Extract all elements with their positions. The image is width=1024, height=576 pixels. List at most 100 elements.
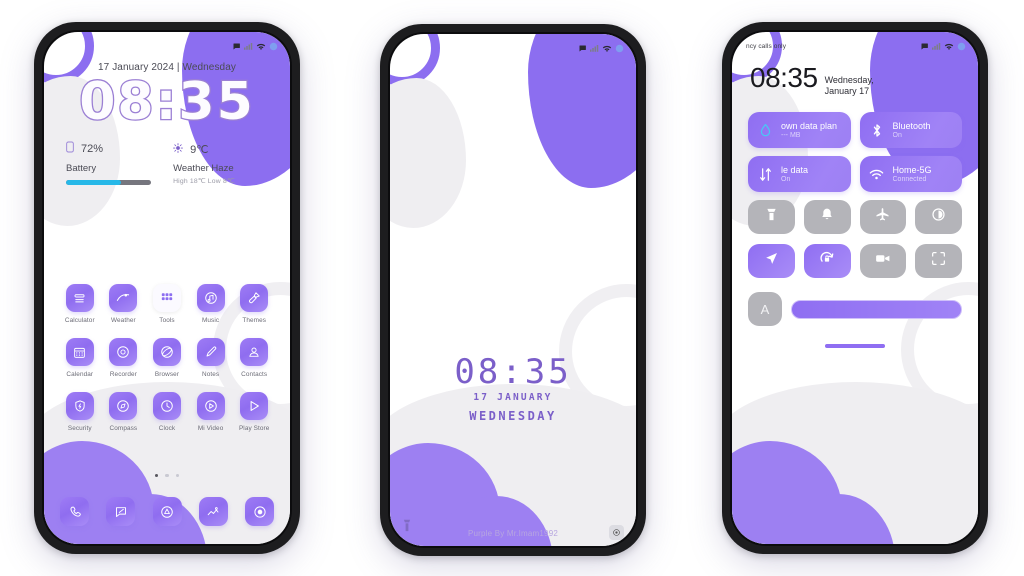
wifi-icon [602, 44, 612, 53]
app-notes[interactable]: Notes [189, 338, 233, 378]
control-center-date: Wednesday, January 17 [824, 75, 874, 97]
page-dot-3[interactable] [175, 473, 180, 477]
page-dot-2[interactable] [165, 473, 169, 477]
music-icon [196, 284, 225, 312]
status-bar [44, 32, 290, 56]
weather-widget[interactable]: 9℃ Weather Haze High 18℃ Low 8℃ [173, 140, 268, 185]
tile-airplane-mode[interactable] [859, 200, 907, 234]
weather-range: High 18℃ Low 8℃ [173, 178, 235, 185]
calendar-icon [65, 338, 94, 366]
tile-title: Home-5G [892, 165, 932, 175]
control-center-header: 08:35 Wednesday, January 17 [750, 64, 960, 98]
battery-percent: 72% [81, 143, 104, 155]
phone-screen: 17 January 2024 | Wednesday 08:35 72% Ba… [44, 32, 290, 544]
calculator-icon [65, 284, 94, 312]
app-label: Weather [111, 317, 136, 324]
app-grid: Calculator Weather Tools Music Themes Ca… [58, 284, 276, 432]
drag-handle[interactable] [825, 344, 885, 348]
tile-subtitle: On [781, 176, 791, 183]
battery-icon [957, 42, 966, 51]
mi-video-icon [196, 392, 225, 420]
tile-auto-rotate[interactable] [803, 244, 851, 278]
app-mi-video[interactable]: Mi Video [189, 392, 233, 432]
page-dot-1[interactable] [154, 473, 159, 477]
airplane-icon [875, 207, 890, 227]
tile-title: le data [781, 165, 809, 175]
control-center-clock: 08:35 [750, 62, 818, 93]
gallery-icon[interactable] [198, 497, 228, 526]
app-label: Music [201, 317, 220, 324]
browser-icon [152, 338, 181, 366]
app-label: Compass [109, 425, 138, 432]
tile-location[interactable] [748, 244, 795, 278]
phone-icon[interactable] [60, 497, 89, 526]
wifi-icon [869, 168, 885, 181]
signal-icon [590, 44, 599, 52]
app-label: Browser [154, 371, 180, 378]
wifi-icon [944, 42, 954, 51]
app-recorder[interactable]: Recorder [102, 338, 146, 378]
contacts-icon [240, 338, 269, 366]
status-bar-icons [232, 42, 278, 51]
app-label: Themes [242, 317, 267, 324]
app-calendar[interactable]: Calendar [58, 338, 102, 378]
tile-ring[interactable] [803, 200, 851, 234]
battery-icon [269, 42, 278, 51]
app-music[interactable]: Music [189, 284, 233, 324]
weather-icon [109, 284, 138, 312]
tile-subtitle: --- MB [781, 132, 801, 139]
app-compass[interactable]: Compass [102, 392, 146, 432]
phone-lock-screen: 08:35 17 JANUARY WEDNESDAY Purple By Mr.… [380, 24, 646, 556]
app-label: Security [67, 425, 92, 432]
app-label: Mi Video [197, 425, 224, 432]
phone-bezel: 17 January 2024 | Wednesday 08:35 72% Ba… [42, 30, 292, 546]
app-weather[interactable]: Weather [102, 284, 146, 324]
app-calculator[interactable]: Calculator [58, 284, 102, 324]
flashlight-icon [765, 207, 778, 227]
app-browser[interactable]: Browser [145, 338, 189, 378]
app-clock[interactable]: Clock [145, 392, 189, 432]
app-label: Contacts [241, 371, 268, 378]
mobile-data-icon [757, 167, 773, 182]
camera-icon[interactable] [152, 497, 182, 526]
phone-bezel: 08:35 17 JANUARY WEDNESDAY Purple By Mr.… [388, 32, 638, 548]
app-label: Calendar [66, 371, 94, 378]
play-store-icon [240, 392, 269, 420]
phone-home-screen: 17 January 2024 | Wednesday 08:35 72% Ba… [34, 22, 300, 554]
tile-text: Bluetooth On [893, 121, 931, 139]
app-label: Clock [158, 425, 176, 432]
tile-subtitle: Connected [892, 176, 927, 183]
tile-scanner[interactable] [915, 244, 962, 278]
app-tools[interactable]: Tools [145, 284, 189, 324]
camera-icon[interactable] [609, 525, 624, 540]
app-contacts[interactable]: Contacts [232, 338, 276, 378]
app-security[interactable]: Security [58, 392, 102, 432]
lock-date: 17 JANUARY [473, 392, 553, 403]
messages-icon[interactable] [106, 497, 136, 526]
data-usage-icon [757, 123, 773, 138]
chat-icon [232, 42, 241, 51]
app-themes[interactable]: Themes [232, 284, 276, 324]
settings-icon[interactable] [245, 497, 274, 526]
tile-wifi[interactable]: Home-5G Connected [859, 156, 962, 192]
tile-screen-recorder[interactable] [859, 244, 907, 278]
app-play-store[interactable]: Play Store [232, 392, 276, 432]
tile-dark-mode[interactable] [915, 200, 962, 234]
app-label: Notes [201, 371, 220, 378]
tile-data-usage[interactable]: own data plan --- MB [748, 112, 851, 148]
signal-icon [244, 42, 253, 50]
flashlight-icon[interactable] [402, 519, 412, 538]
page-indicator[interactable] [44, 473, 290, 477]
security-icon [65, 392, 94, 420]
battery-widget[interactable]: 72% Battery [66, 140, 161, 185]
tile-mobile-data[interactable]: le data On [748, 156, 851, 192]
status-bar-icons [920, 42, 966, 51]
tile-bluetooth[interactable]: Bluetooth On [859, 112, 962, 148]
bell-icon [820, 207, 834, 227]
phone-bezel: ncy calls only 08:35 Wednesday, January … [730, 30, 980, 546]
tile-flashlight[interactable] [748, 200, 795, 234]
app-label: Recorder [109, 371, 137, 378]
auto-brightness-icon[interactable]: A [748, 292, 782, 326]
brightness-slider[interactable] [791, 299, 962, 319]
home-clock: 08:35 [78, 72, 255, 132]
